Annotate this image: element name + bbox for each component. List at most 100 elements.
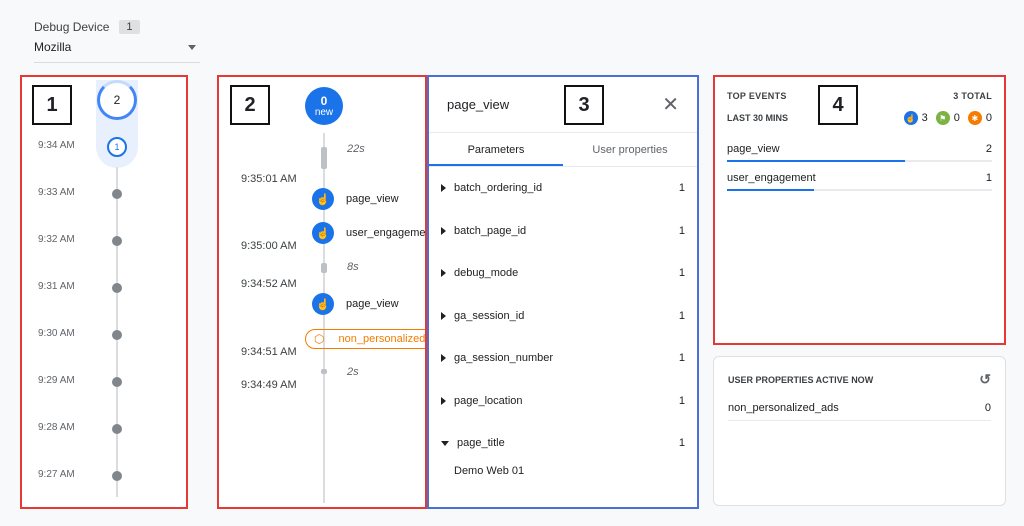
- details-tabs: Parameters User properties: [429, 133, 697, 167]
- new-events-label: new: [314, 106, 334, 118]
- expand-arrow-icon: [441, 354, 446, 363]
- last-30-min-count[interactable]: 2: [97, 80, 137, 120]
- minute-row[interactable]: 9:30 AM: [22, 328, 186, 342]
- debug-device-label: Debug Device: [34, 20, 110, 34]
- minute-row[interactable]: 9:31 AM: [22, 281, 186, 295]
- parameter-name: page_title: [457, 437, 505, 450]
- minute-dot: [112, 283, 122, 293]
- errors-count: ✱ 0: [967, 111, 992, 125]
- time-gap: 22s: [347, 143, 365, 155]
- conversions-count: ⚑ 0: [935, 111, 960, 125]
- parameter-name: debug_mode: [454, 267, 519, 280]
- minute-row[interactable]: 9:27 AM: [22, 469, 186, 483]
- event-time: 9:35:00 AM: [241, 240, 297, 252]
- time-gap: 8s: [347, 261, 359, 273]
- seconds-stream: 0 new 22s 8s 2s 9:35:01 AM 9:35:00 AM 9:…: [217, 75, 427, 509]
- top-event-name: page_view: [727, 143, 780, 155]
- events-count: ☝ 3: [903, 111, 928, 125]
- user-properties-title: USER PROPERTIES ACTIVE NOW: [728, 374, 874, 385]
- parameter-count: 1: [678, 309, 685, 322]
- history-icon[interactable]: ↺: [979, 371, 991, 388]
- gap-segment: [321, 369, 327, 374]
- minute-dot: [112, 471, 122, 481]
- minute-dot: [112, 236, 122, 246]
- top-events-total: 3 TOTAL: [953, 91, 992, 101]
- minute-time: 9:27 AM: [38, 469, 75, 480]
- parameter-name: batch_page_id: [454, 224, 527, 237]
- top-event-count: 2: [985, 143, 992, 155]
- event-time: 9:34:52 AM: [241, 278, 297, 290]
- parameter-row[interactable]: ga_session_id 1: [429, 295, 697, 338]
- debug-device-count: 1: [119, 20, 140, 34]
- parameter-row[interactable]: batch_ordering_id 1: [429, 167, 697, 210]
- event-user-engagement[interactable]: ☝ user_engagement: [312, 222, 425, 244]
- event-name: page_view: [346, 193, 399, 205]
- top-event-item[interactable]: page_view 2: [727, 139, 992, 162]
- top-event-item[interactable]: user_engagement 1: [727, 168, 992, 191]
- minute-time: 9:31 AM: [38, 281, 75, 292]
- top-event-bar: [727, 189, 815, 191]
- parameter-count: 1: [678, 182, 685, 195]
- parameter-count: 1: [678, 267, 685, 280]
- parameter-count: 1: [678, 352, 685, 365]
- parameter-row[interactable]: debug_mode 1: [429, 252, 697, 295]
- minute-time: 9:30 AM: [38, 328, 75, 339]
- parameter-row[interactable]: batch_page_id 1: [429, 210, 697, 253]
- minute-row[interactable]: 9:34 AM: [22, 140, 186, 154]
- expand-arrow-icon: [441, 396, 446, 405]
- shapes-icon: ⬡: [314, 332, 325, 346]
- top-event-bar: [727, 160, 905, 162]
- minutes-stream: 2 1 9:34 AM 9:33 AM 9:32 AM 9:31 AM 9:30…: [20, 75, 188, 509]
- event-non-personalized-ads[interactable]: ⬡ non_personalized_ads: [305, 329, 426, 349]
- parameter-value: Demo Web 01: [454, 464, 525, 477]
- collapse-arrow-icon: [441, 440, 449, 446]
- top-events-title: TOP EVENTS: [727, 91, 787, 101]
- minute-row[interactable]: 9:33 AM: [22, 187, 186, 201]
- minute-row[interactable]: 9:32 AM: [22, 234, 186, 248]
- minute-dot: [112, 424, 122, 434]
- chevron-down-icon: [188, 44, 196, 50]
- flag-icon: ⚑: [935, 111, 950, 125]
- gap-segment: [321, 263, 327, 273]
- minute-time: 9:32 AM: [38, 234, 75, 245]
- parameter-row[interactable]: page_location 1: [429, 380, 697, 423]
- top-events-card: TOP EVENTS 3 TOTAL LAST 30 MINS ☝ 3 ⚑ 0 ✱ 0…: [713, 75, 1006, 345]
- touch-icon: ☝: [312, 293, 334, 315]
- tab-user-properties[interactable]: User properties: [563, 133, 697, 166]
- event-time: 9:34:51 AM: [241, 346, 297, 358]
- expand-arrow-icon: [441, 226, 446, 235]
- touch-icon: ☝: [312, 188, 334, 210]
- parameter-row[interactable]: ga_session_number 1: [429, 337, 697, 380]
- event-page-view[interactable]: ☝ page_view: [312, 293, 399, 315]
- bug-icon: ✱: [967, 111, 982, 125]
- expand-arrow-icon: [441, 311, 446, 320]
- minute-row[interactable]: 9:29 AM: [22, 375, 186, 389]
- event-details-title: page_view: [447, 97, 510, 112]
- event-name: page_view: [346, 298, 399, 310]
- minute-row[interactable]: 9:28 AM: [22, 422, 186, 436]
- expand-arrow-icon: [441, 269, 446, 278]
- minute-dot: [112, 377, 122, 387]
- device-dropdown[interactable]: Mozilla: [34, 40, 200, 63]
- minute-dot: [112, 189, 122, 199]
- close-icon[interactable]: ✕: [662, 92, 679, 117]
- minute-time: 9:29 AM: [38, 375, 75, 386]
- event-type-counts: ☝ 3 ⚑ 0 ✱ 0: [903, 111, 992, 125]
- top-event-name: user_engagement: [727, 172, 816, 184]
- user-property-value: 0: [984, 402, 991, 414]
- event-page-view[interactable]: ☝ page_view: [312, 188, 399, 210]
- user-property-row[interactable]: non_personalized_ads 0: [728, 402, 991, 421]
- parameter-count: 1: [678, 394, 685, 407]
- tab-parameters[interactable]: Parameters: [429, 133, 563, 166]
- minute-time: 9:28 AM: [38, 422, 75, 433]
- parameter-row-expanded[interactable]: page_title 1: [429, 422, 697, 465]
- new-events-button[interactable]: 0 new: [305, 87, 343, 125]
- parameter-name: ga_session_number: [454, 352, 554, 365]
- top-event-count: 1: [985, 172, 992, 184]
- top-events-list: page_view 2 user_engagement 1: [727, 139, 992, 191]
- parameter-name: page_location: [454, 394, 523, 407]
- event-name: non_personalized_ads: [338, 333, 426, 345]
- event-time: 9:35:01 AM: [241, 173, 297, 185]
- user-properties-card: USER PROPERTIES ACTIVE NOW ↺ non_persona…: [713, 356, 1006, 506]
- parameter-name: ga_session_id: [454, 309, 525, 322]
